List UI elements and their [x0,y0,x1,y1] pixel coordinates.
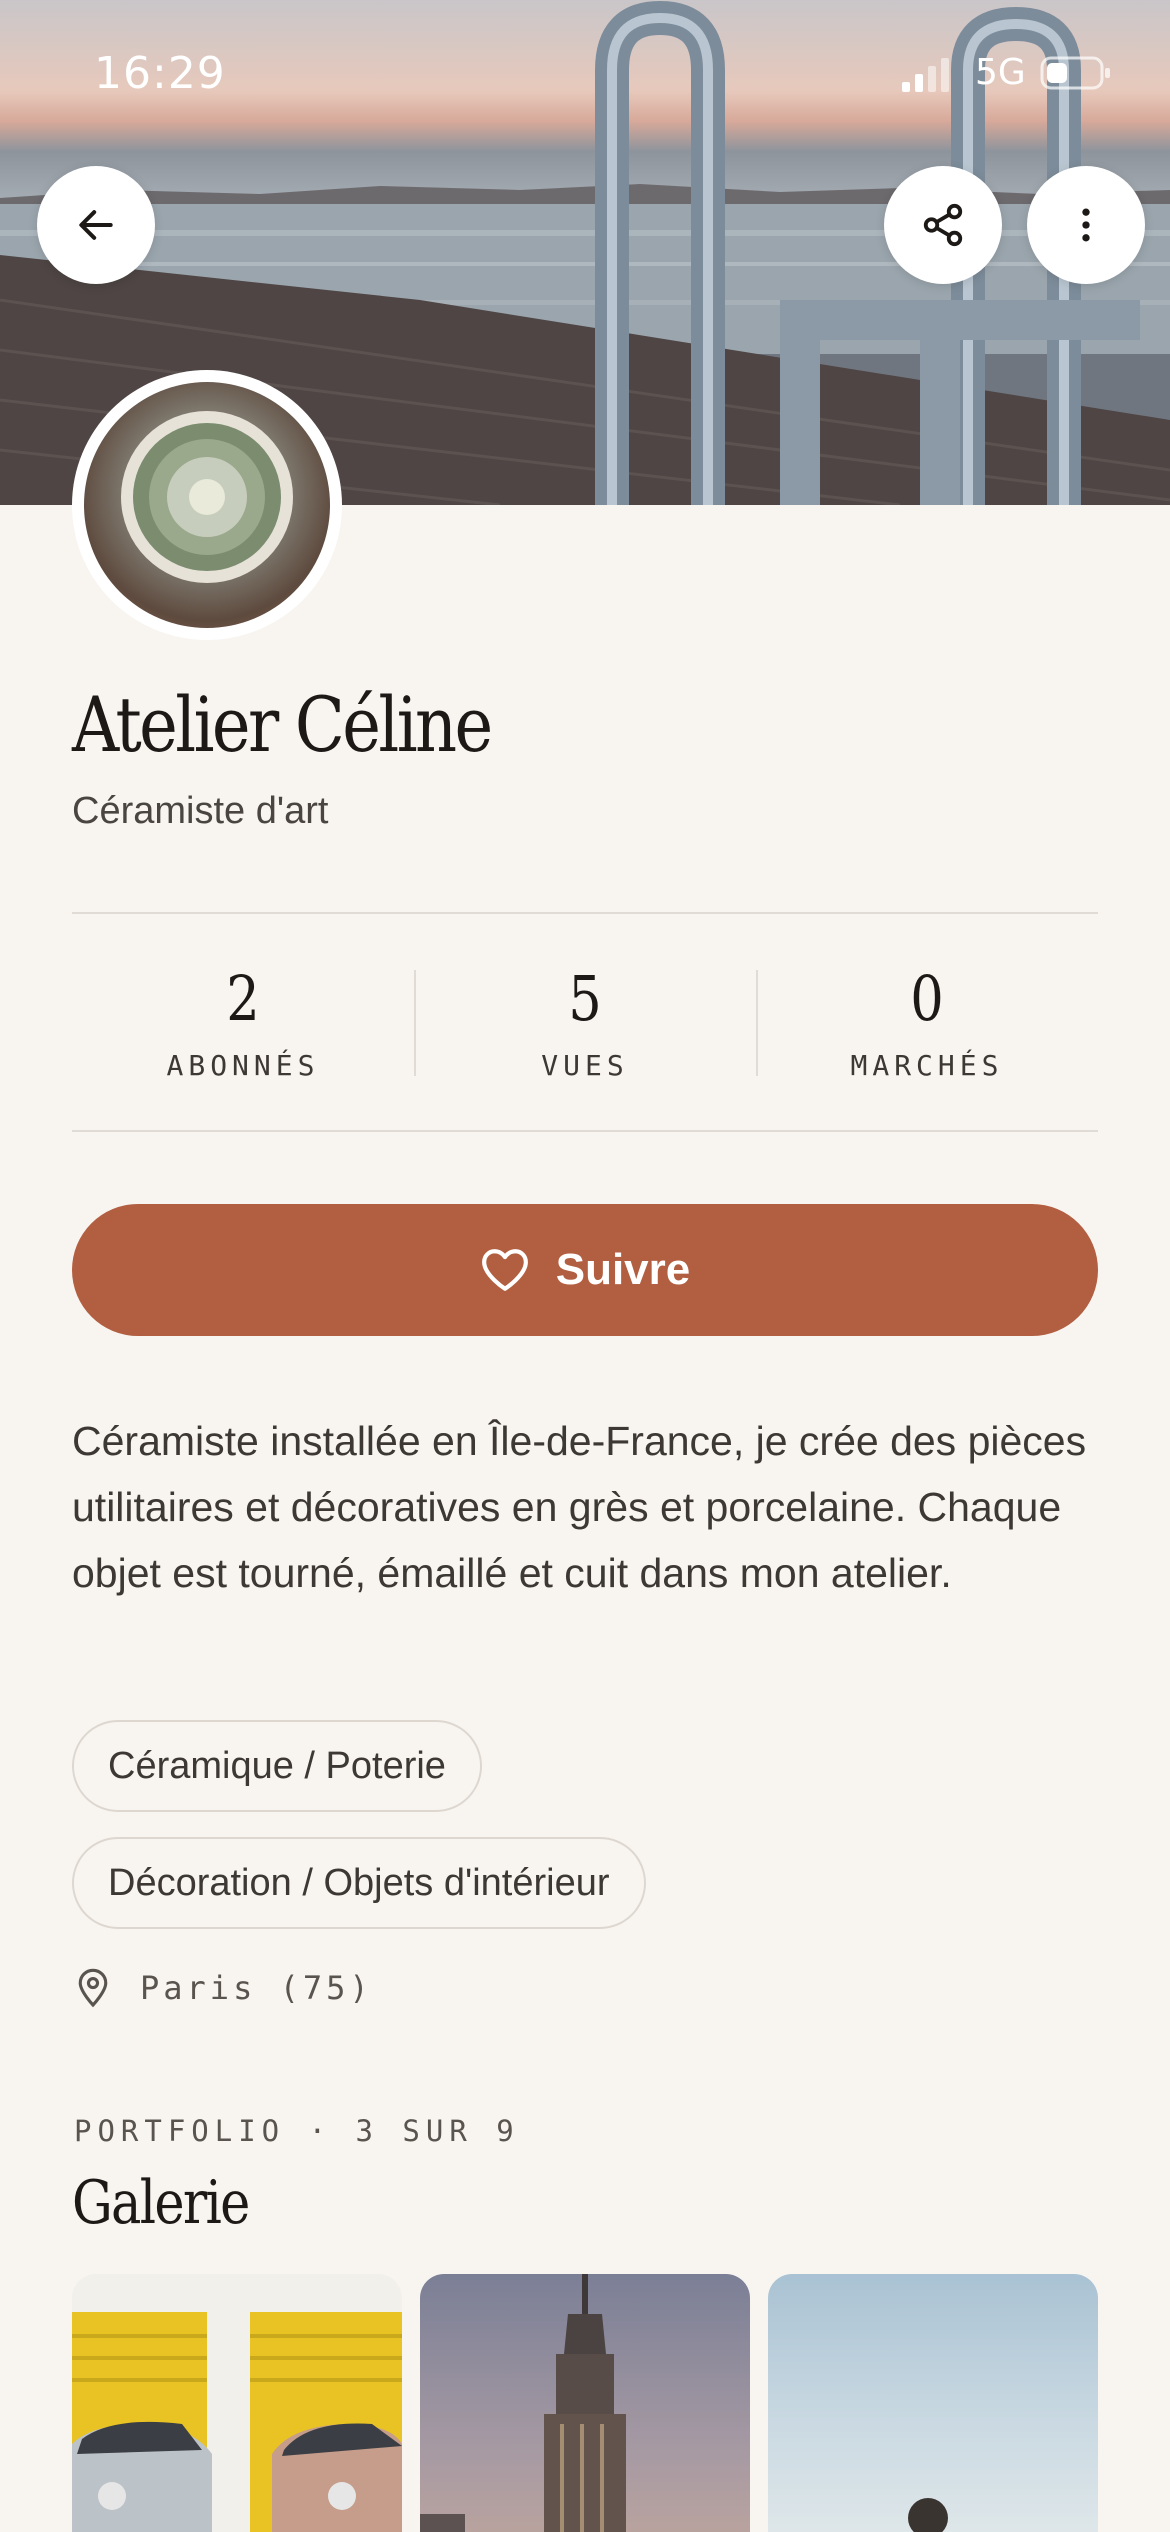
status-time: 16:29 [94,48,226,99]
stat-label: ABONNÉS [166,1049,320,1082]
stat-label: VUES [541,1049,629,1082]
avatar-image [84,382,330,628]
network-label: 5G [975,52,1026,93]
portfolio-eyebrow: PORTFOLIO · 3 SUR 9 [74,2114,520,2148]
share-button[interactable] [884,166,1002,284]
stat-followers: 2 ABONNÉS [72,914,414,1130]
stat-value: 2 [226,962,260,1035]
avatar [72,370,342,640]
arrow-left-icon [79,210,113,240]
share-icon [923,203,963,247]
stats-bar: 2 ABONNÉS 5 VUES 0 MARCHÉS [72,912,1098,1132]
profile-role: Céramiste d'art [72,790,329,832]
gallery-item-cars[interactable] [72,2274,402,2532]
stat-markets: 0 MARCHÉS [756,914,1098,1130]
category-tag[interactable]: Céramique / Poterie [72,1720,482,1812]
gallery [72,2274,1098,2532]
location: Paris (75) [76,1968,373,2008]
stat-views: 5 VUES [414,914,756,1130]
category-tag[interactable]: Décoration / Objets d'intérieur [72,1837,646,1929]
more-vertical-icon [1082,208,1090,242]
more-options-button[interactable] [1027,166,1145,284]
signal-icon [902,58,949,92]
gallery-item-person[interactable] [768,2274,1098,2532]
status-bar: 16:29 5G [0,0,1170,150]
heart-icon [481,1249,528,1291]
map-pin-icon [78,1968,108,2008]
building-picture [420,2274,626,2532]
gallery-item-building[interactable] [420,2274,750,2532]
profile-bio: Céramiste installée en Île-de-France, je… [72,1418,1087,1596]
follow-label: Suivre [555,1245,691,1294]
stat-value: 5 [568,962,602,1035]
portfolio-title: Galerie [72,2168,250,2238]
stat-label: MARCHÉS [850,1049,1004,1082]
location-text: Paris (75) [140,1969,373,2007]
follow-button[interactable]: Suivre [72,1204,1098,1336]
battery-icon [1040,56,1110,90]
profile-name: Atelier Céline [72,680,493,769]
stat-value: 0 [910,962,944,1035]
person-picture [908,2498,948,2532]
back-button[interactable] [37,166,155,284]
cars-picture [72,2312,402,2532]
cactus-picture [121,411,293,583]
